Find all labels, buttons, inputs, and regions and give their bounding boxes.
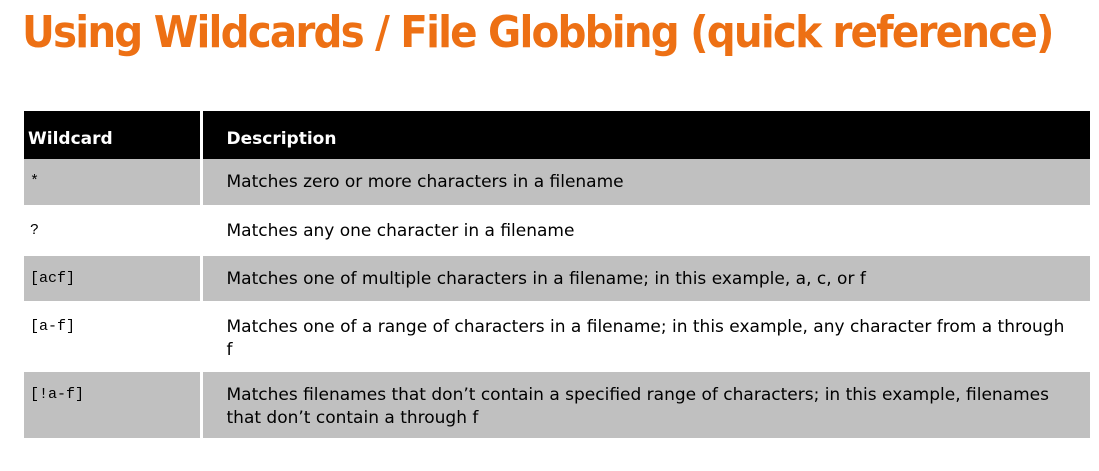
wildcard-cell: [!a-f] [24, 370, 203, 441]
description-cell: Matches one of a range of characters in … [201, 302, 1090, 372]
description-cell: Matches zero or more characters in a fil… [201, 159, 1090, 208]
wildcard-reference-table: Wildcard Description * Matches zero or m… [24, 111, 1090, 441]
table-row: [a-f] Matches one of a range of characte… [24, 302, 1090, 372]
description-cell: Matches filenames that don’t contain a s… [201, 370, 1090, 441]
column-header-wildcard: Wildcard [24, 111, 203, 159]
description-cell: Matches one of multiple characters in a … [201, 254, 1090, 304]
table-row: [acf] Matches one of multiple characters… [24, 254, 1090, 304]
column-header-description: Description [201, 111, 1090, 159]
table-row: ? Matches any one character in a filenam… [24, 206, 1090, 256]
wildcard-cell: * [24, 159, 203, 208]
table-row: * Matches zero or more characters in a f… [24, 159, 1090, 208]
description-cell: Matches any one character in a filename [201, 206, 1090, 256]
page-title: Using Wildcards / File Globbing (quick r… [22, 7, 1055, 58]
table-row: [!a-f] Matches filenames that don’t cont… [24, 370, 1090, 441]
wildcard-cell: ? [24, 206, 203, 256]
wildcard-cell: [acf] [24, 254, 203, 304]
wildcard-cell: [a-f] [24, 302, 203, 372]
table-header-row: Wildcard Description [24, 111, 1090, 159]
